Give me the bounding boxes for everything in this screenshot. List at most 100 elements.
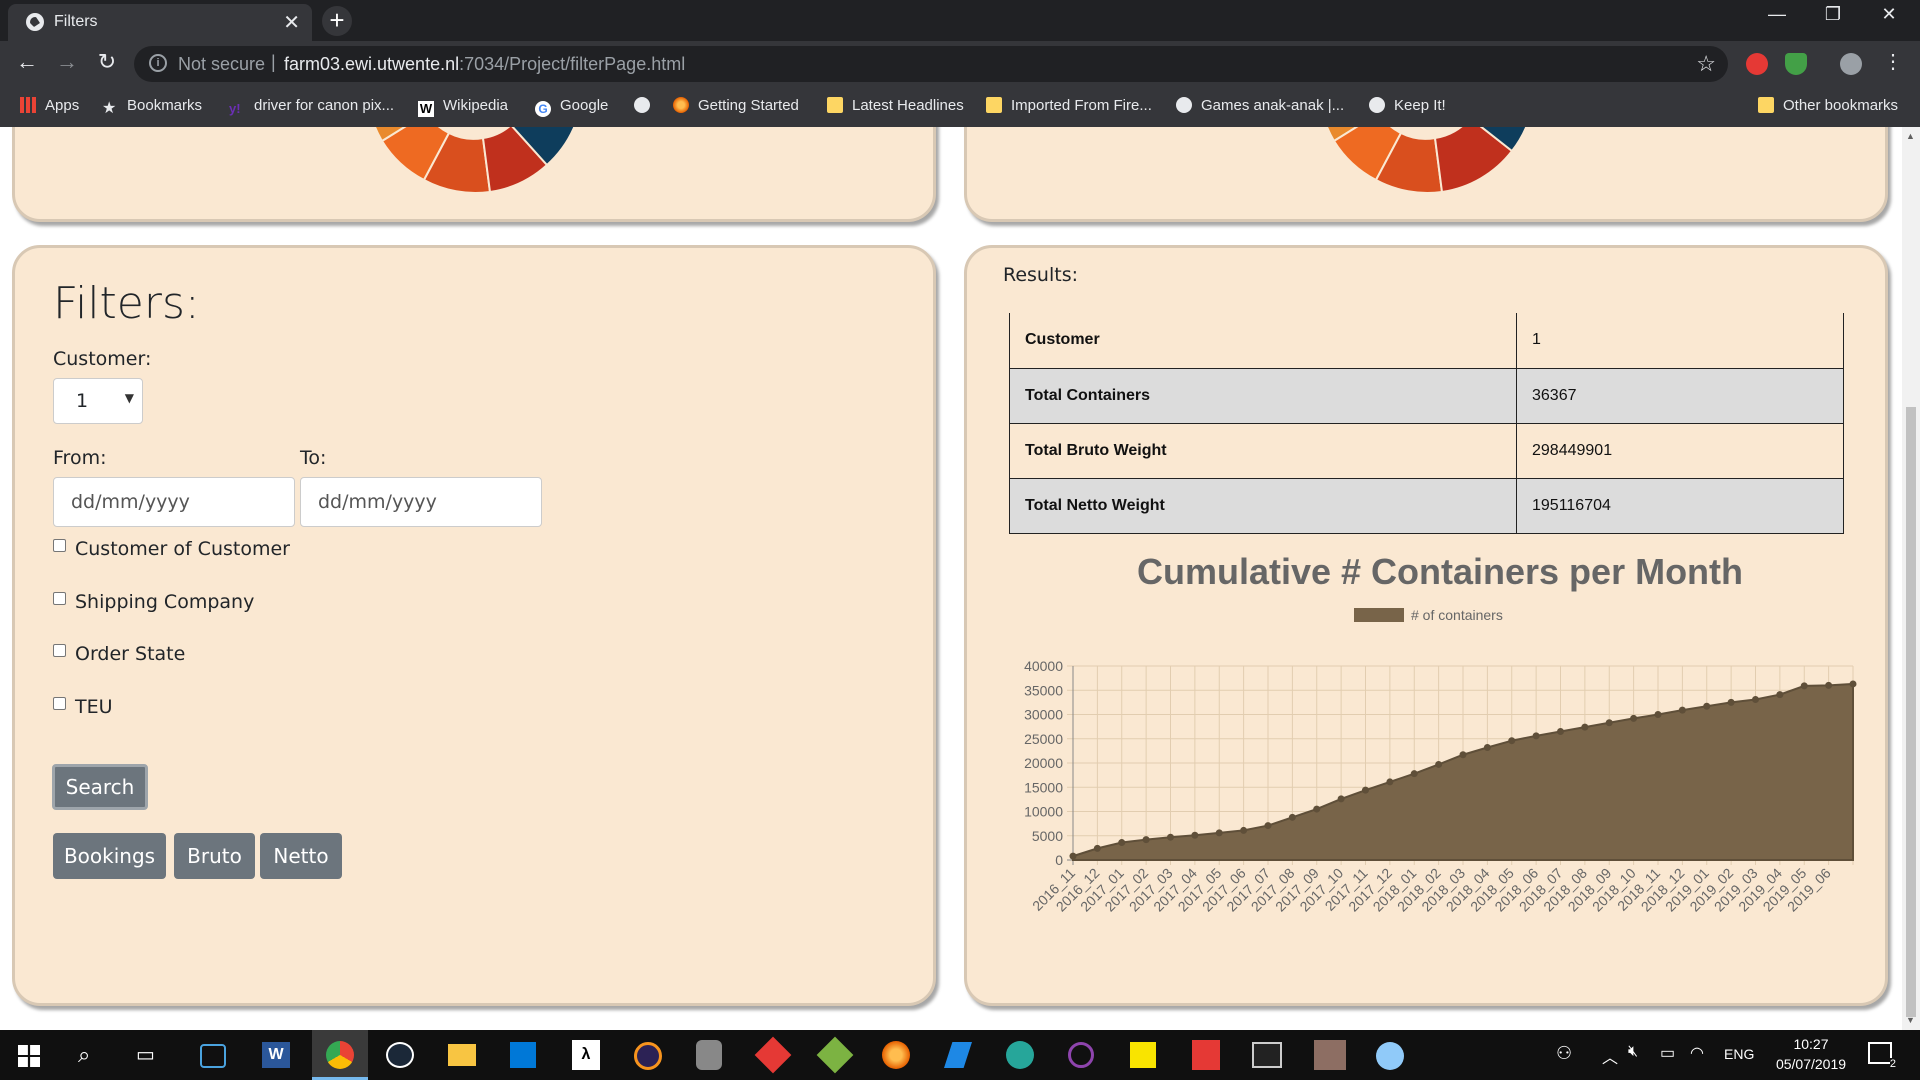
reload-icon[interactable]: ↻	[92, 49, 122, 75]
data-point	[1093, 844, 1101, 852]
app-icon[interactable]	[1068, 1042, 1094, 1068]
bookmark-wikipedia[interactable]: W Wikipedia	[418, 97, 508, 117]
checkbox-shipping-company[interactable]: Shipping Company	[53, 591, 254, 613]
language-indicator[interactable]: ENG	[1724, 1046, 1754, 1062]
close-tab-icon[interactable]: ✕	[283, 10, 300, 35]
minimize-icon[interactable]: —	[1754, 4, 1800, 25]
game-icon[interactable]	[1314, 1040, 1346, 1070]
firefox-icon[interactable]	[882, 1041, 910, 1069]
clock[interactable]: 10:27 05/07/2019	[1774, 1036, 1848, 1072]
data-point	[1752, 695, 1759, 703]
data-point	[1167, 833, 1174, 841]
git-icon[interactable]	[754, 1036, 792, 1074]
scroll-down-icon[interactable]: ▼	[1906, 1015, 1915, 1025]
y-tick-label: 30000	[1024, 707, 1063, 723]
battery-icon[interactable]: ▭	[1660, 1043, 1675, 1063]
data-point	[1313, 805, 1321, 813]
app-icon[interactable]	[944, 1042, 972, 1068]
file-explorer-icon[interactable]	[448, 1044, 476, 1066]
gitkraken-icon[interactable]	[816, 1036, 854, 1074]
bookmark-other[interactable]: Other bookmarks	[1758, 97, 1898, 114]
filters-heading: Filters:	[53, 278, 200, 329]
scrollbar-thumb[interactable]	[1906, 407, 1916, 1017]
lambda-icon[interactable]: λ	[572, 1040, 600, 1070]
wifi-icon[interactable]: ◠	[1690, 1043, 1704, 1063]
chevron-up-icon[interactable]: ︿	[1602, 1044, 1618, 1068]
results-card: Results: Customer 1 Total Containers 36367…	[964, 245, 1888, 1006]
new-tab-button[interactable]: +	[322, 6, 352, 36]
checkbox-teu[interactable]: TEU	[53, 696, 113, 718]
bookmark-keep-it[interactable]: Keep It!	[1369, 97, 1446, 114]
profile-avatar[interactable]	[1840, 53, 1862, 75]
bookmark-games[interactable]: Games anak-anak |...	[1176, 97, 1344, 114]
bookmark-driver[interactable]: y! driver for canon pix...	[229, 97, 394, 117]
start-icon[interactable]	[18, 1045, 40, 1067]
restore-icon[interactable]: ❐	[1810, 4, 1856, 25]
shield-icon[interactable]	[1785, 53, 1807, 75]
from-date-input[interactable]: dd/mm/yyyy	[53, 477, 295, 527]
globe-icon	[634, 97, 650, 113]
bookmark-globe[interactable]	[634, 97, 659, 114]
task-view-icon[interactable]: ▭	[136, 1042, 155, 1067]
data-point	[1459, 751, 1467, 759]
scroll-up-icon[interactable]: ▲	[1906, 131, 1915, 141]
bookings-button[interactable]: Bookings	[53, 833, 166, 879]
people-icon[interactable]: ⚇	[1556, 1043, 1572, 1064]
bruto-button[interactable]: Bruto	[174, 833, 255, 879]
taskbar-item-chrome[interactable]	[312, 1030, 368, 1080]
app-icon[interactable]	[200, 1044, 226, 1068]
word-icon[interactable]: W	[262, 1042, 290, 1068]
notification-count: 2	[1889, 1058, 1896, 1070]
search-icon[interactable]: ⌕	[78, 1042, 90, 1068]
globe-icon	[1369, 97, 1385, 113]
data-point	[1215, 829, 1223, 837]
customer-select[interactable]: 1 ▼	[53, 378, 143, 424]
address-bar[interactable]: i Not secure | farm03.ewi.utwente.nl:703…	[134, 46, 1728, 82]
tab-title: Filters	[54, 13, 98, 30]
bookmark-star-icon[interactable]: ☆	[1696, 51, 1716, 77]
page-scrollbar[interactable]: ▲ ▼	[1902, 127, 1920, 1030]
data-point	[1605, 719, 1613, 727]
database-icon[interactable]	[696, 1040, 722, 1070]
volume-muted-icon[interactable]: 🔇︎	[1628, 1043, 1638, 1061]
data-point	[1264, 822, 1272, 830]
checkbox-customer-of-customer[interactable]: Customer of Customer	[53, 538, 290, 560]
store-icon[interactable]	[510, 1042, 536, 1068]
bookmark-google[interactable]: G Google	[535, 97, 608, 117]
data-point	[1654, 711, 1662, 718]
tab-strip: Filters ✕ + — ❐ ✕	[0, 0, 1920, 41]
atom-icon[interactable]	[1006, 1041, 1034, 1069]
y-tick-label: 20000	[1024, 755, 1063, 771]
netto-button[interactable]: Netto	[260, 833, 342, 879]
back-icon[interactable]: ←	[12, 49, 42, 75]
acrobat-icon[interactable]	[1192, 1040, 1220, 1070]
info-icon[interactable]: i	[149, 54, 167, 72]
bookmark-getting-started[interactable]: Getting Started	[673, 97, 799, 114]
search-button[interactable]: Search	[52, 764, 148, 810]
to-date-input[interactable]: dd/mm/yyyy	[300, 477, 542, 527]
bookmark-imported[interactable]: Imported From Fire...	[986, 97, 1152, 114]
notifications-icon[interactable]: 2	[1868, 1042, 1896, 1070]
forward-icon[interactable]: →	[52, 49, 82, 75]
paint-icon[interactable]	[1376, 1042, 1404, 1070]
menu-icon[interactable]: ⋮	[1878, 49, 1908, 74]
steam-icon[interactable]	[386, 1042, 414, 1068]
from-label: From:	[53, 447, 107, 469]
bookmark-latest-headlines[interactable]: Latest Headlines	[827, 97, 964, 114]
terminal-icon[interactable]	[1252, 1042, 1282, 1068]
tab-filters[interactable]: Filters ✕	[8, 4, 312, 41]
close-window-icon[interactable]: ✕	[1866, 4, 1912, 25]
data-point	[1532, 732, 1540, 740]
url-text[interactable]: farm03.ewi.utwente.nl:7034/Project/filte…	[284, 54, 685, 75]
checkbox-order-state[interactable]: Order State	[53, 643, 185, 665]
adblock-icon[interactable]	[1746, 53, 1768, 75]
legend-swatch	[1354, 608, 1404, 622]
bookmark-apps[interactable]: Apps	[20, 97, 79, 114]
data-point	[1825, 681, 1833, 689]
data-point	[1581, 723, 1589, 731]
bookmark-bookmarks[interactable]: ★ Bookmarks	[102, 97, 202, 117]
eclipse-icon[interactable]	[634, 1042, 662, 1070]
data-point	[1557, 727, 1564, 735]
data-point	[1288, 813, 1296, 821]
sticky-notes-icon[interactable]	[1130, 1042, 1156, 1068]
